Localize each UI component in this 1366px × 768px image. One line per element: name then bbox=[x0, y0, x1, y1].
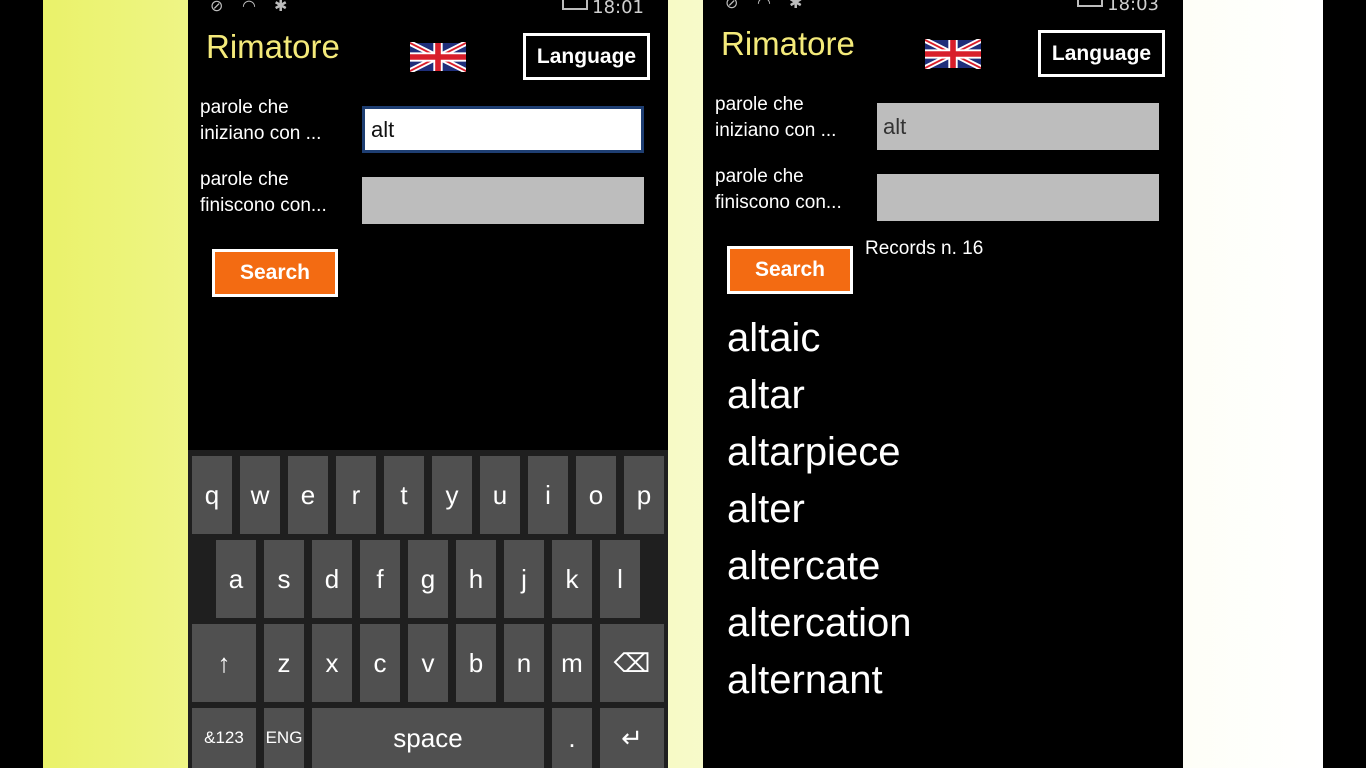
key-b[interactable]: b bbox=[456, 624, 496, 702]
list-item[interactable]: alternant bbox=[727, 654, 912, 711]
key-g[interactable]: g bbox=[408, 540, 448, 618]
starts-with-label-line2: iniziano con ... bbox=[200, 123, 322, 144]
key-m[interactable]: m bbox=[552, 624, 592, 702]
on-screen-keyboard: q w e r t y u i o p a s d f g h j k l ↑ … bbox=[188, 450, 668, 768]
status-bar: ⊘ ◠ ✱ 18:01 bbox=[188, 0, 668, 18]
language-button[interactable]: Language bbox=[1038, 30, 1165, 77]
starts-with-label-line1: parole che bbox=[715, 94, 804, 115]
app-title: Rimatore bbox=[721, 25, 855, 62]
starts-with-label-line1: parole che bbox=[200, 97, 289, 118]
key-y[interactable]: y bbox=[432, 456, 472, 534]
ends-with-input[interactable] bbox=[362, 177, 644, 224]
key-s[interactable]: s bbox=[264, 540, 304, 618]
ends-with-label: parole che finiscono con... bbox=[715, 164, 875, 216]
starts-with-input[interactable] bbox=[877, 103, 1159, 150]
ends-with-input[interactable] bbox=[877, 174, 1159, 221]
key-q[interactable]: q bbox=[192, 456, 232, 534]
search-button[interactable]: Search bbox=[212, 249, 338, 297]
starts-with-label: parole che iniziano con ... bbox=[200, 95, 360, 147]
wifi-icon: ◠ bbox=[757, 0, 771, 12]
key-o[interactable]: o bbox=[576, 456, 616, 534]
numbers-key[interactable]: &123 bbox=[192, 708, 256, 768]
key-i[interactable]: i bbox=[528, 456, 568, 534]
sync-icon: ⊘ bbox=[725, 0, 739, 12]
key-e[interactable]: e bbox=[288, 456, 328, 534]
wifi-icon: ◠ bbox=[242, 0, 256, 15]
key-w[interactable]: w bbox=[240, 456, 280, 534]
key-j[interactable]: j bbox=[504, 540, 544, 618]
status-clock: 18:01 bbox=[592, 0, 644, 18]
key-v[interactable]: v bbox=[408, 624, 448, 702]
ends-with-label: parole che finiscono con... bbox=[200, 167, 360, 219]
status-bar: ⊘ ◠ ✱ 18:03 bbox=[703, 0, 1183, 15]
battery-icon bbox=[562, 0, 588, 10]
key-x[interactable]: x bbox=[312, 624, 352, 702]
key-r[interactable]: r bbox=[336, 456, 376, 534]
period-key[interactable]: . bbox=[552, 708, 592, 768]
uk-flag-icon[interactable] bbox=[925, 39, 981, 69]
search-button[interactable]: Search bbox=[727, 246, 853, 294]
shift-key[interactable]: ↑ bbox=[192, 624, 256, 702]
language-button[interactable]: Language bbox=[523, 33, 650, 80]
starts-with-label: parole che iniziano con ... bbox=[715, 92, 875, 144]
key-t[interactable]: t bbox=[384, 456, 424, 534]
list-item[interactable]: altaic bbox=[727, 312, 912, 369]
list-item[interactable]: altercate bbox=[727, 540, 912, 597]
key-z[interactable]: z bbox=[264, 624, 304, 702]
space-key[interactable]: space bbox=[312, 708, 544, 768]
list-item[interactable]: altercation bbox=[727, 597, 912, 654]
results-list: altaic altar altarpiece alter altercate … bbox=[727, 312, 912, 711]
phone-screen-search: ⊘ ◠ ✱ 18:01 Rimatore Language parole che… bbox=[188, 0, 668, 768]
records-count: Records n. 16 bbox=[865, 238, 984, 259]
key-f[interactable]: f bbox=[360, 540, 400, 618]
key-d[interactable]: d bbox=[312, 540, 352, 618]
status-clock: 18:03 bbox=[1107, 0, 1159, 15]
bluetooth-icon: ✱ bbox=[789, 0, 803, 12]
ends-with-label-line1: parole che bbox=[715, 166, 804, 187]
backspace-key[interactable]: ⌫ bbox=[600, 624, 664, 702]
list-item[interactable]: altar bbox=[727, 369, 912, 426]
key-n[interactable]: n bbox=[504, 624, 544, 702]
enter-key[interactable]: ↵ bbox=[600, 708, 664, 768]
battery-icon bbox=[1077, 0, 1103, 7]
key-p[interactable]: p bbox=[624, 456, 664, 534]
starts-with-label-line2: iniziano con ... bbox=[715, 120, 837, 141]
keyboard-language-key[interactable]: ENG bbox=[264, 708, 304, 768]
uk-flag-icon[interactable] bbox=[410, 42, 466, 72]
key-c[interactable]: c bbox=[360, 624, 400, 702]
key-h[interactable]: h bbox=[456, 540, 496, 618]
ends-with-label-line2: finiscono con... bbox=[715, 192, 842, 213]
ends-with-label-line1: parole che bbox=[200, 169, 289, 190]
sync-icon: ⊘ bbox=[210, 0, 224, 15]
list-item[interactable]: altarpiece bbox=[727, 426, 912, 483]
key-l[interactable]: l bbox=[600, 540, 640, 618]
starts-with-input[interactable] bbox=[362, 106, 644, 153]
ends-with-label-line2: finiscono con... bbox=[200, 195, 327, 216]
key-a[interactable]: a bbox=[216, 540, 256, 618]
bluetooth-icon: ✱ bbox=[274, 0, 288, 15]
key-u[interactable]: u bbox=[480, 456, 520, 534]
phone-screen-results: ⊘ ◠ ✱ 18:03 Rimatore Language parole che… bbox=[703, 0, 1183, 768]
key-k[interactable]: k bbox=[552, 540, 592, 618]
list-item[interactable]: alter bbox=[727, 483, 912, 540]
app-title: Rimatore bbox=[206, 28, 340, 65]
